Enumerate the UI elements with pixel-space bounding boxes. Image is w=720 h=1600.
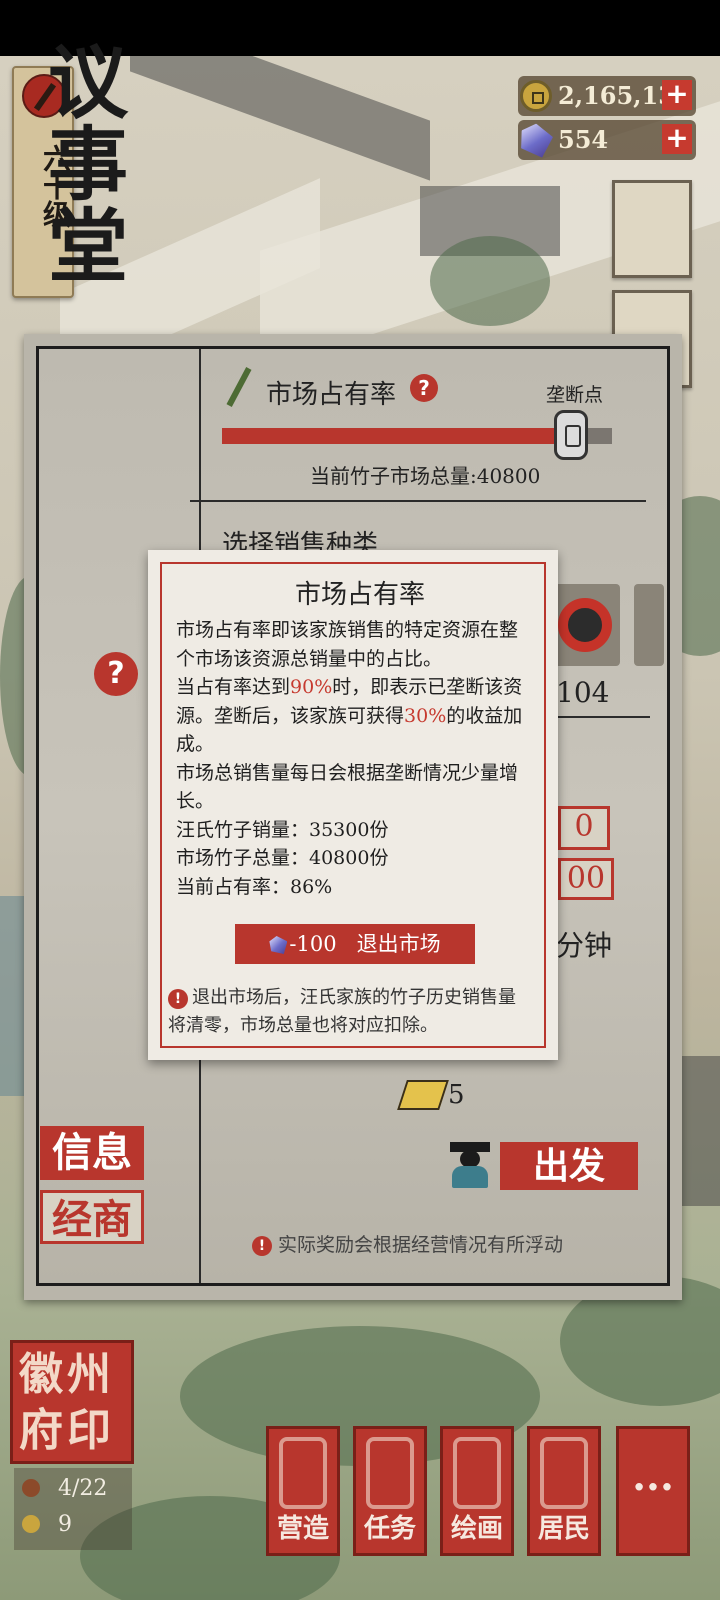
- stat-coins: 9: [22, 1512, 72, 1537]
- tooltip-body: 市场占有率即该家族销售的特定资源在整个市场该资源总销量中的占比。 当占有率达到9…: [176, 616, 532, 901]
- side-banner-portrait[interactable]: [612, 180, 692, 278]
- reward-note-text: 实际奖励会根据经营情况有所浮动: [278, 1234, 564, 1256]
- nav-more-button[interactable]: ···: [616, 1426, 690, 1556]
- stat-population: 4/22: [22, 1476, 107, 1501]
- residents-icon: [540, 1437, 588, 1509]
- hall-help-button[interactable]: ?: [94, 652, 138, 696]
- exit-warning: ! 退出市场后，汪氏家族的竹子历史销售量将清零，市场总量也将对应扣除。: [168, 984, 530, 1040]
- gem-counter: 554 +: [518, 120, 696, 160]
- monopoly-point-label: 垄断点: [546, 384, 604, 406]
- coin-counter: 2,165,130 +: [518, 76, 696, 116]
- tooltip-sales-line: 汪氏竹子销量：35300份: [176, 818, 389, 841]
- warning-icon: !: [252, 1236, 272, 1256]
- depart-button[interactable]: 出发: [500, 1142, 638, 1190]
- gem-value: 554: [558, 125, 609, 154]
- exit-cost: -100: [289, 932, 337, 956]
- tooltip-monopoly-rule: 当占有率达到90%时，即表示已垄断该资源。垄断后，该家族可获得30%的收益加成。: [176, 676, 523, 755]
- gem-icon: [517, 121, 555, 159]
- person-icon: [22, 1479, 40, 1497]
- price-field-peek[interactable]: 0: [558, 806, 610, 850]
- build-icon: [279, 1437, 327, 1509]
- painting-icon: [453, 1437, 501, 1509]
- seal-text: 徽州府印: [19, 1349, 115, 1456]
- seal-stats: 4/22 9: [14, 1468, 132, 1550]
- market-help-button[interactable]: ?: [410, 374, 438, 402]
- prefecture-seal[interactable]: 徽州府印: [10, 1340, 134, 1464]
- monopoly-marker-icon: [554, 410, 588, 460]
- scroll-count: 5: [448, 1080, 465, 1110]
- exit-label: 退出市场: [356, 932, 441, 956]
- market-total-label: 当前竹子市场总量:40800: [310, 464, 541, 488]
- section-divider: [190, 500, 646, 502]
- nav-build[interactable]: 营造: [266, 1426, 340, 1556]
- warning-icon: !: [168, 989, 188, 1009]
- bamboo-icon: [222, 366, 256, 408]
- tooltip-share-line: 当前占有率：86%: [176, 875, 333, 898]
- exit-warning-text: 退出市场后，汪氏家族的竹子历史销售量将清零，市场总量也将对应扣除。: [168, 987, 516, 1036]
- tooltip-title: 市场占有率: [294, 580, 425, 610]
- reward-note: ! 实际奖励会根据经营情况有所浮动: [252, 1230, 563, 1257]
- duration-unit: 分钟: [556, 929, 613, 962]
- coin-icon: [520, 80, 552, 112]
- section-divider: [554, 716, 650, 718]
- hall-title: 议事堂: [35, 40, 129, 286]
- official-icon: [448, 1138, 492, 1190]
- market-share-fill: [222, 428, 558, 444]
- nav-residents[interactable]: 居民: [527, 1426, 601, 1556]
- market-share-label: 市场占有率: [266, 380, 397, 410]
- tooltip-definition: 市场占有率即该家族销售的特定资源在整个市场该资源总销量中的占比。: [176, 619, 519, 670]
- gem-icon: [269, 936, 288, 954]
- nav-painting[interactable]: 绘画: [440, 1426, 514, 1556]
- tab-info[interactable]: 信息: [40, 1126, 144, 1180]
- coin-stack-icon: [22, 1515, 40, 1533]
- nav-tasks[interactable]: 任务: [353, 1426, 427, 1556]
- amount-field-peek[interactable]: 00: [558, 858, 614, 900]
- tooltip-growth-rule: 市场总销售量每日会根据垄断情况少量增长。: [176, 761, 519, 813]
- tasks-icon: [366, 1437, 414, 1509]
- add-coins-button[interactable]: +: [662, 80, 692, 110]
- add-gems-button[interactable]: +: [662, 124, 692, 154]
- tab-trade[interactable]: 经商: [40, 1190, 144, 1244]
- goods-count: 104: [556, 676, 610, 709]
- tooltip-total-line: 市场竹子总量：40800份: [176, 847, 389, 869]
- exit-market-button[interactable]: -100 退出市场: [235, 924, 475, 964]
